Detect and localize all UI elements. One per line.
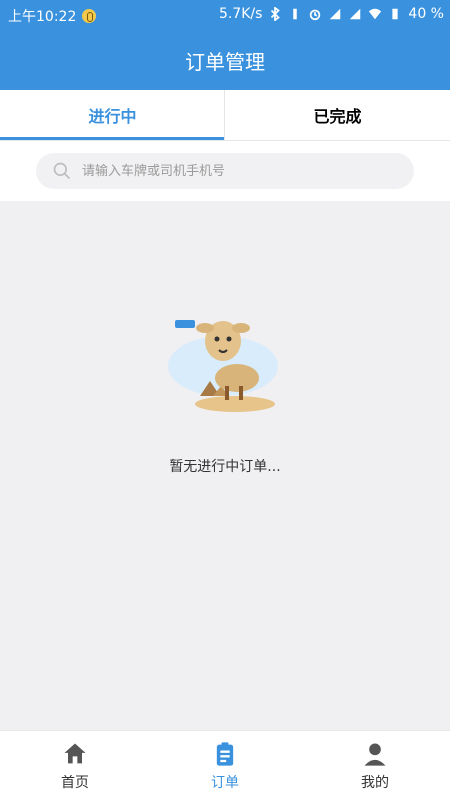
coin-icon	[82, 9, 97, 23]
alarm-icon	[310, 9, 321, 21]
tab-in-progress[interactable]: 进行中	[0, 90, 225, 140]
empty-state-text: 暂无进行中订单...	[169, 459, 281, 475]
search-icon	[53, 162, 71, 180]
user-icon	[364, 743, 386, 766]
page-title: 订单管理	[185, 49, 265, 74]
tab-label: 进行中	[88, 107, 137, 126]
network-speed: 5.7K/s	[218, 6, 263, 22]
wifi-icon	[369, 8, 382, 20]
camel-desert-illustration	[168, 320, 278, 412]
nfc-icon	[293, 8, 298, 20]
bottom-navigation: 首页 订单 我的	[0, 730, 450, 801]
app-header: 订单管理	[0, 30, 450, 90]
status-bar: 上午10:22 5.7K/s 40 %	[0, 0, 450, 30]
nav-profile[interactable]: 我的	[300, 731, 450, 801]
signal-icon	[330, 8, 341, 20]
search-input[interactable]	[80, 162, 384, 180]
hd-signal-icon	[350, 8, 361, 20]
status-time: 上午10:22	[8, 9, 77, 25]
clipboard-icon	[216, 742, 234, 766]
tab-divider	[224, 90, 225, 140]
nav-label: 首页	[61, 775, 89, 791]
nav-label: 我的	[361, 775, 389, 791]
order-tabs: 进行中 已完成	[0, 90, 450, 141]
search-bar[interactable]	[36, 153, 414, 189]
nav-label: 订单	[211, 775, 239, 791]
home-icon	[64, 743, 86, 764]
tab-label: 已完成	[313, 107, 362, 126]
battery-percent: 40 %	[408, 6, 444, 22]
tab-completed[interactable]: 已完成	[225, 90, 450, 140]
order-list-area: 暂无进行中订单...	[0, 201, 450, 730]
nav-orders[interactable]: 订单	[150, 731, 300, 801]
nav-home[interactable]: 首页	[0, 731, 150, 801]
bluetooth-icon	[271, 7, 281, 21]
battery-icon	[392, 8, 399, 20]
search-section	[0, 141, 450, 201]
